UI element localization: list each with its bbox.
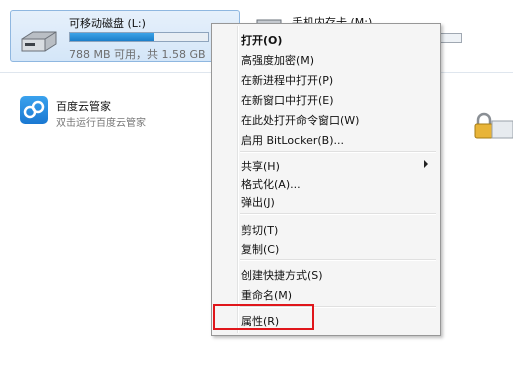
menu-item-label: 重命名(M) — [241, 289, 293, 302]
submenu-arrow-icon — [424, 160, 428, 168]
background-panel — [440, 170, 470, 366]
app-name: 百度云管家 — [56, 100, 111, 113]
menu-item-label: 剪切(T) — [241, 224, 279, 237]
menu-item-label: 在新窗口中打开(E) — [241, 94, 334, 107]
menu-item-label: 复制(C) — [241, 243, 280, 256]
menu-item-open[interactable]: 打开(O) — [214, 29, 438, 49]
menu-item-enable-bitlocker[interactable]: 启用 BitLocker(B)... — [214, 129, 438, 149]
context-menu: 打开(O) 高强度加密(M) 在新进程中打开(P) 在新窗口中打开(E) 在此处… — [211, 23, 441, 336]
menu-item-open-new-window[interactable]: 在新窗口中打开(E) — [214, 89, 438, 109]
menu-item-share[interactable]: 共享(H) — [214, 155, 438, 175]
menu-item-open-new-process[interactable]: 在新进程中打开(P) — [214, 69, 438, 89]
menu-item-open-command-window[interactable]: 在此处打开命令窗口(W) — [214, 109, 438, 129]
drive-tile-removable[interactable]: 可移动磁盘 (L:) 788 MB 可用，共 1.58 GB — [10, 10, 240, 62]
menu-item-label: 启用 BitLocker(B)... — [241, 134, 345, 147]
menu-item-label: 在此处打开命令窗口(W) — [241, 114, 360, 127]
app-baidu-cloud[interactable]: 百度云管家 双击运行百度云管家 — [20, 92, 220, 132]
menu-item-label: 高强度加密(M) — [241, 54, 315, 67]
menu-item-eject[interactable]: 弹出(J) — [214, 191, 438, 211]
menu-item-label: 创建快捷方式(S) — [241, 269, 323, 282]
menu-item-label: 在新进程中打开(P) — [241, 74, 334, 87]
menu-separator — [240, 151, 436, 153]
menu-item-rename[interactable]: 重命名(M) — [214, 284, 438, 304]
menu-item-label: 打开(O) — [241, 34, 283, 47]
menu-item-copy[interactable]: 复制(C) — [214, 238, 438, 258]
menu-item-label: 共享(H) — [241, 160, 280, 173]
menu-separator — [240, 213, 436, 215]
removable-drive-icon — [21, 31, 57, 52]
drive-usage-fill — [70, 33, 154, 41]
app-description: 双击运行百度云管家 — [56, 118, 146, 129]
baidu-cloud-icon — [20, 96, 48, 124]
menu-item-strong-encrypt[interactable]: 高强度加密(M) — [214, 49, 438, 69]
menu-item-cut[interactable]: 剪切(T) — [214, 219, 438, 239]
properties-highlight-box — [213, 304, 314, 330]
drive-free-space: 788 MB 可用，共 1.58 GB — [69, 48, 206, 61]
menu-item-create-shortcut[interactable]: 创建快捷方式(S) — [214, 264, 438, 284]
menu-item-label: 格式化(A)... — [241, 178, 301, 191]
drive-usage-bar — [69, 32, 209, 42]
bitlocker-lock-icon — [474, 112, 513, 139]
menu-item-label: 弹出(J) — [241, 196, 275, 209]
drive-name: 可移动磁盘 (L:) — [69, 17, 146, 30]
menu-item-format[interactable]: 格式化(A)... — [214, 173, 438, 193]
menu-separator — [240, 259, 436, 261]
